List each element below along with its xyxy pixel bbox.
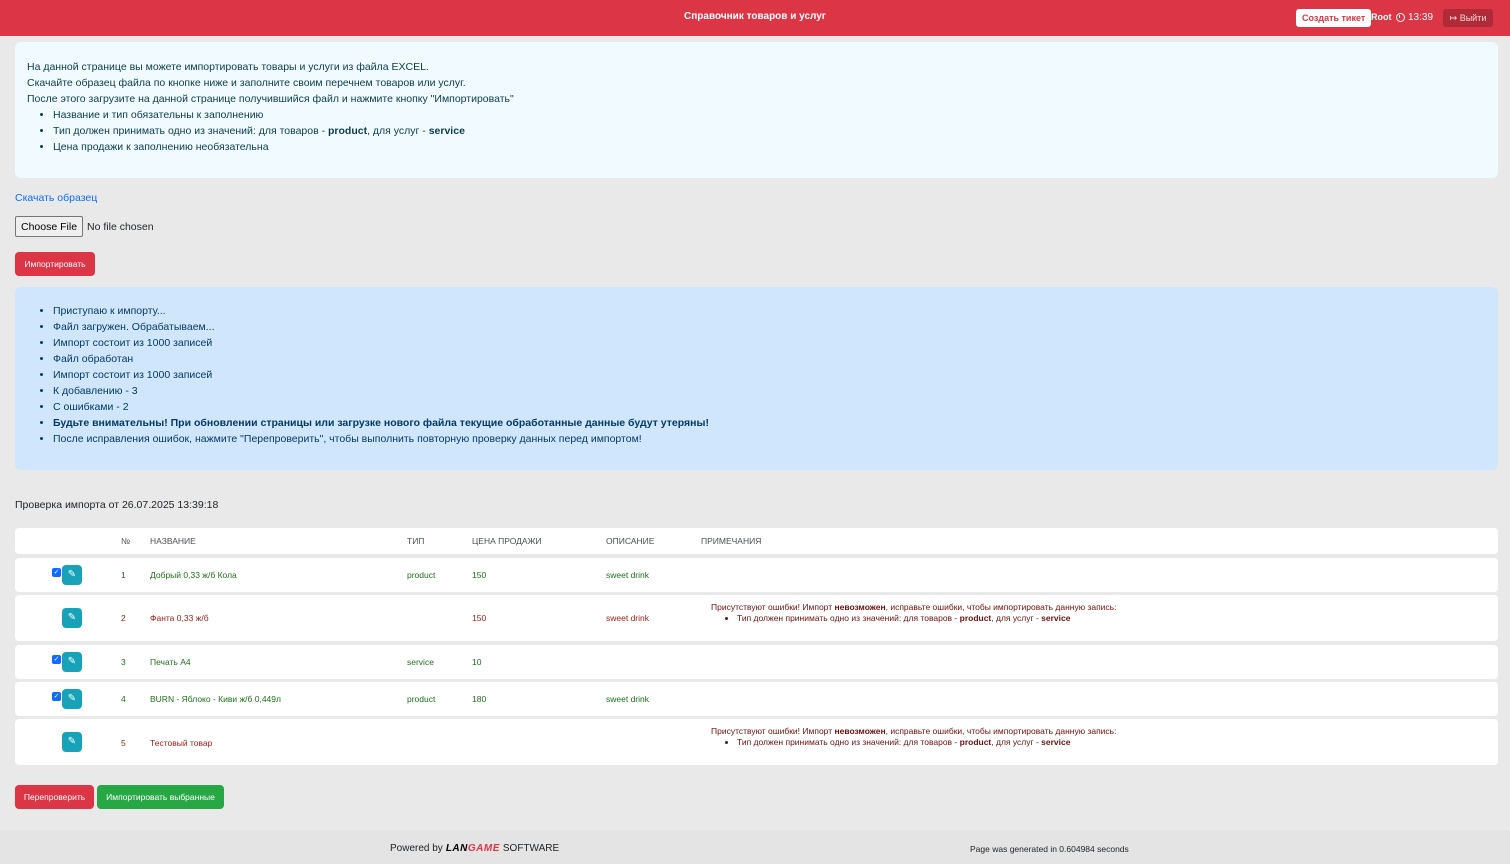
instruction-item: Цена продажи к заполнению необязательна bbox=[53, 139, 1486, 155]
instruction-line: После этого загрузите на данной странице… bbox=[27, 93, 514, 105]
pencil-icon: ✎ bbox=[67, 693, 77, 704]
top-bar: Справочник товаров и услуг Создать тикет… bbox=[0, 0, 1510, 36]
user-name: Root bbox=[1371, 12, 1392, 22]
row-price: 10 bbox=[472, 657, 482, 667]
log-item: Файл загружен. Обрабатываем... bbox=[53, 319, 1486, 335]
footer: Powered by LANGAME SOFTWARE Page was gen… bbox=[0, 830, 1510, 864]
row-checkbox[interactable]: ✓ bbox=[52, 568, 61, 577]
pencil-icon: ✎ bbox=[67, 612, 77, 623]
clock: 13:39 bbox=[1396, 12, 1433, 23]
col-notes: ПРИМЕЧАНИЯ bbox=[701, 536, 762, 546]
col-price: ЦЕНА ПРОДАЖИ bbox=[472, 536, 542, 546]
instruction-item: Название и тип обязательны к заполнению bbox=[53, 107, 1486, 123]
row-name: Тестовый товар bbox=[150, 738, 213, 748]
file-input: Choose File No file chosen bbox=[15, 216, 154, 237]
page-title: Справочник товаров и услуг bbox=[684, 11, 826, 22]
row-desc: sweet drink bbox=[606, 570, 649, 580]
import-log: Приступаю к импорту... Файл загружен. Об… bbox=[15, 287, 1498, 470]
table-row: ✎ 2 Фанта 0,33 ж/б 150 sweet drink Прису… bbox=[15, 595, 1498, 641]
brand-suffix: SOFTWARE bbox=[502, 843, 560, 854]
log-item: К добавлению - 3 bbox=[53, 383, 1486, 399]
row-num: 1 bbox=[121, 570, 126, 580]
table-row: ✓ ✎ 4 BURN - Яблоко - Киви ж/б 0,449л pr… bbox=[15, 682, 1498, 716]
row-price: 150 bbox=[472, 613, 487, 623]
row-type: product bbox=[407, 694, 436, 704]
logout-icon: ↦ bbox=[1449, 13, 1458, 23]
pencil-icon: ✎ bbox=[67, 569, 77, 580]
log-item: После исправления ошибок, нажмите "Переп… bbox=[53, 431, 1486, 447]
pencil-icon: ✎ bbox=[67, 736, 77, 747]
recheck-button[interactable]: Перепроверить bbox=[15, 785, 94, 809]
import-selected-button[interactable]: Импортировать выбранные bbox=[97, 785, 224, 809]
logout-button[interactable]: ↦ Выйти bbox=[1443, 9, 1493, 27]
instruction-list: Название и тип обязательны к заполнению … bbox=[27, 107, 1486, 155]
row-checkbox[interactable]: ✓ bbox=[52, 655, 61, 664]
error-note: Присутствуют ошибки! Импорт невозможен, … bbox=[711, 726, 1116, 748]
edit-button[interactable]: ✎ bbox=[62, 689, 82, 709]
error-note: Присутствуют ошибки! Импорт невозможен, … bbox=[711, 602, 1116, 624]
col-num: № bbox=[121, 536, 131, 546]
log-item: Файл обработан bbox=[53, 351, 1486, 367]
download-sample-link[interactable]: Скачать образец bbox=[15, 192, 97, 204]
instruction-line: Скачайте образец файла по кнопке ниже и … bbox=[27, 77, 466, 89]
row-num: 2 bbox=[121, 613, 126, 623]
log-item: Импорт состоит из 1000 записей bbox=[53, 335, 1486, 351]
col-desc: ОПИСАНИЕ bbox=[606, 536, 655, 546]
log-item: С ошибками - 2 bbox=[53, 399, 1486, 415]
log-item: Импорт состоит из 1000 записей bbox=[53, 367, 1486, 383]
edit-button[interactable]: ✎ bbox=[62, 652, 82, 672]
row-num: 4 bbox=[121, 694, 126, 704]
generation-time: Page was generated in 0.604984 seconds bbox=[970, 844, 1129, 854]
instruction-item: Тип должен принимать одно из значений: д… bbox=[53, 123, 1486, 139]
powered-by: Powered by LANGAME SOFTWARE bbox=[390, 843, 559, 854]
check-title: Проверка импорта от 26.07.2025 13:39:18 bbox=[15, 499, 219, 511]
row-name: BURN - Яблоко - Киви ж/б 0,449л bbox=[150, 694, 281, 704]
row-price: 180 bbox=[472, 694, 487, 704]
row-type: product bbox=[407, 570, 436, 580]
pencil-icon: ✎ bbox=[67, 656, 77, 667]
log-item: Приступаю к импорту... bbox=[53, 303, 1486, 319]
choose-file-button[interactable]: Choose File bbox=[15, 216, 84, 237]
table-row: ✎ 5 Тестовый товар Присутствуют ошибки! … bbox=[15, 719, 1498, 765]
clock-time: 13:39 bbox=[1408, 12, 1434, 23]
brand-logo: LANGAME bbox=[445, 843, 500, 854]
import-button[interactable]: Импортировать bbox=[15, 252, 95, 276]
row-desc: sweet drink bbox=[606, 694, 649, 704]
powered-label: Powered by bbox=[390, 843, 443, 854]
row-num: 5 bbox=[121, 738, 126, 748]
row-name: Добрый 0,33 ж/б Кола bbox=[150, 570, 237, 580]
edit-button[interactable]: ✎ bbox=[62, 732, 82, 752]
table-row: ✓ ✎ 1 Добрый 0,33 ж/б Кола product 150 s… bbox=[15, 558, 1498, 592]
row-num: 3 bbox=[121, 657, 126, 667]
clock-icon bbox=[1396, 13, 1405, 22]
log-warning: Будьте внимательны! При обновлении стран… bbox=[53, 415, 1486, 431]
row-name: Фанта 0,33 ж/б bbox=[150, 613, 209, 623]
table-header: № НАЗВАНИЕ ТИП ЦЕНА ПРОДАЖИ ОПИСАНИЕ ПРИ… bbox=[15, 528, 1498, 554]
file-status: No file chosen bbox=[87, 220, 154, 233]
row-type: service bbox=[407, 657, 434, 667]
create-ticket-button[interactable]: Создать тикет bbox=[1296, 9, 1372, 27]
edit-button[interactable]: ✎ bbox=[62, 565, 82, 585]
row-price: 150 bbox=[472, 570, 487, 580]
edit-button[interactable]: ✎ bbox=[62, 608, 82, 628]
row-desc: sweet drink bbox=[606, 613, 649, 623]
instruction-line: На данной странице вы можете импортирова… bbox=[27, 61, 429, 73]
logout-label: Выйти bbox=[1459, 13, 1487, 23]
table-row: ✓ ✎ 3 Печать А4 service 10 bbox=[15, 645, 1498, 679]
row-checkbox[interactable]: ✓ bbox=[52, 692, 61, 701]
instructions-box: На данной странице вы можете импортирова… bbox=[15, 42, 1498, 178]
col-type: ТИП bbox=[407, 536, 425, 546]
row-name: Печать А4 bbox=[150, 657, 191, 667]
col-name: НАЗВАНИЕ bbox=[150, 536, 196, 546]
